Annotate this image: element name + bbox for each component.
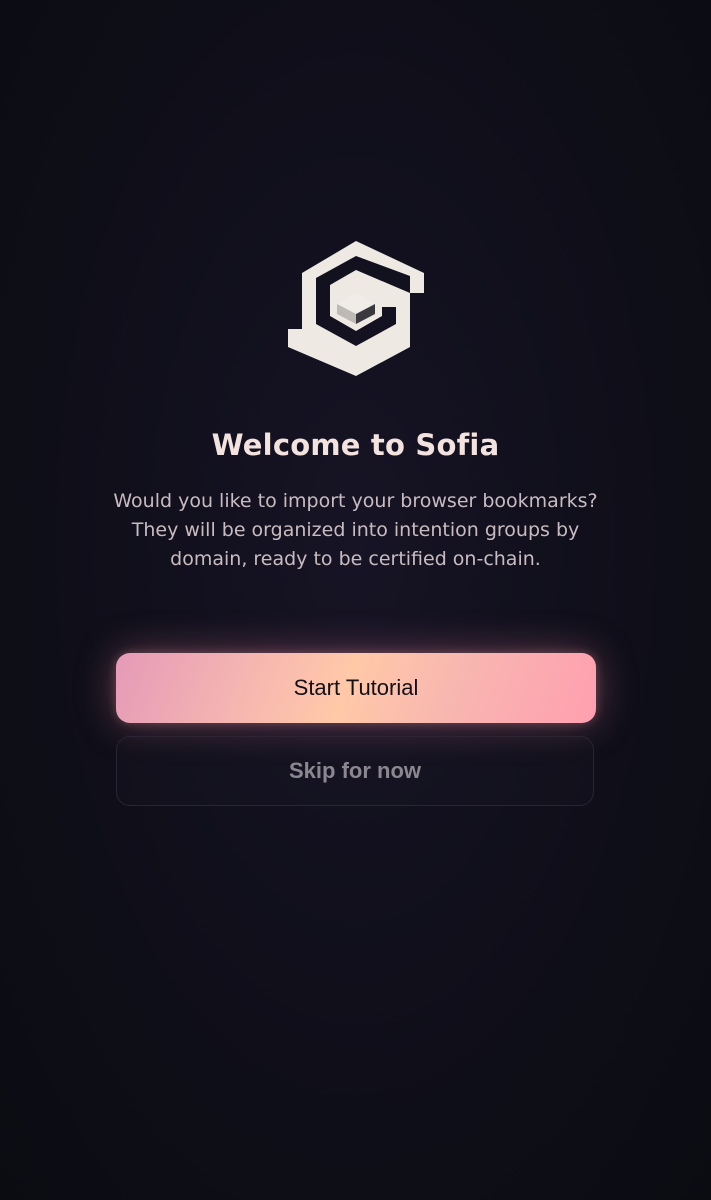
skip-button[interactable]: Skip for now <box>116 736 594 806</box>
welcome-description: Would you like to import your browser bo… <box>113 490 598 570</box>
start-tutorial-button[interactable]: Start Tutorial <box>116 653 596 723</box>
onboarding-screen: Welcome to Sofia Would you like to impor… <box>0 0 711 1200</box>
sofia-logo-icon <box>287 240 425 378</box>
welcome-title: Welcome to Sofia <box>211 428 500 462</box>
